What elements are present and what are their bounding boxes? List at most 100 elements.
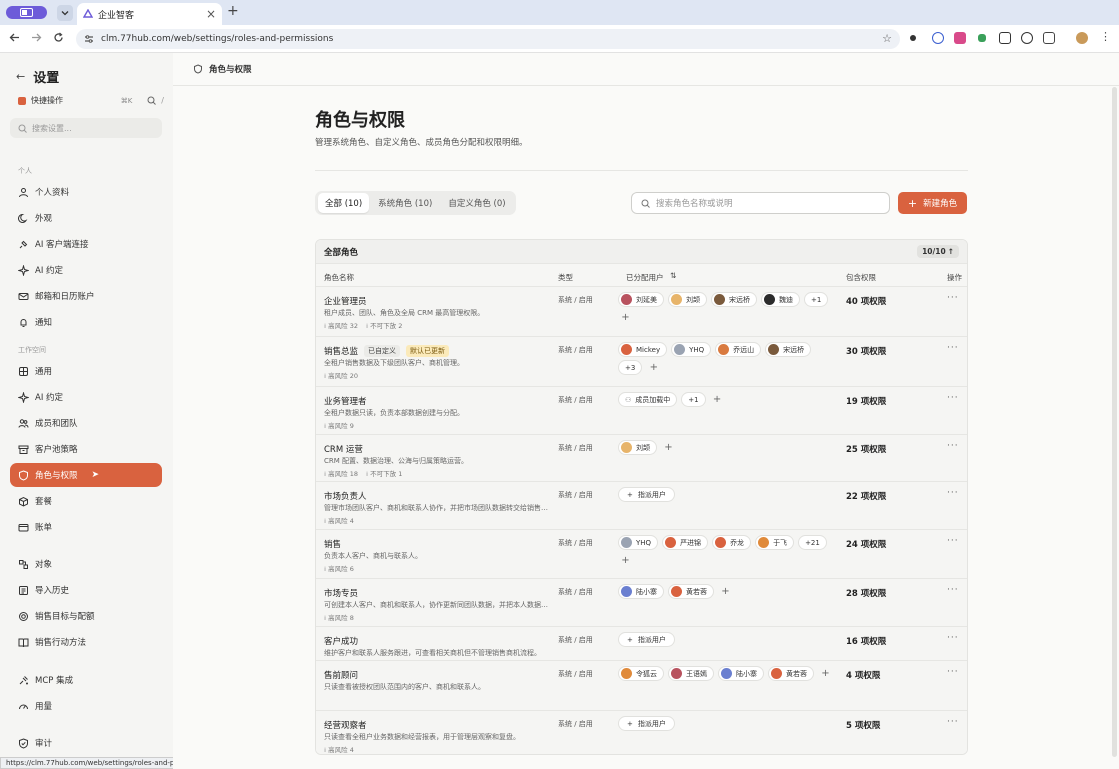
window-switcher-button[interactable] xyxy=(6,6,47,19)
tab-menu-button[interactable] xyxy=(57,5,73,21)
sidebar-item-users[interactable]: 成员和团队 xyxy=(10,411,162,435)
table-count-badge[interactable]: 10/10 ↑ xyxy=(917,245,959,258)
user-chip[interactable]: 陆小寨 xyxy=(718,666,764,681)
user-chip[interactable]: 刘延美 xyxy=(618,292,664,307)
new-tab-button[interactable]: + xyxy=(227,3,239,19)
user-chip[interactable]: 宋远桥 xyxy=(711,292,757,307)
sidebar-item-mail[interactable]: 邮箱和日历账户 xyxy=(10,284,162,308)
more-actions-button[interactable]: ··· xyxy=(947,667,959,677)
user-chip[interactable]: 令狐云 xyxy=(618,666,664,681)
user-chip[interactable]: Mickey xyxy=(618,342,668,357)
sidebar-item-history[interactable]: 导入历史 xyxy=(10,578,162,602)
table-row[interactable]: 客户成功 维护客户和联系人服务跟进，可查看相关商机但不管理销售商机流程。 系统 / … xyxy=(316,627,967,661)
tab-all[interactable]: 全部 (10) xyxy=(318,193,370,213)
user-chip[interactable]: 于飞 xyxy=(755,535,795,550)
forward-icon[interactable] xyxy=(31,32,42,43)
search-icon[interactable] xyxy=(147,96,157,105)
sidebar-item-archive[interactable]: 客户池策略 xyxy=(10,437,162,461)
more-users-chip[interactable]: +1 xyxy=(804,292,829,307)
user-chip[interactable]: 陆小寨 xyxy=(618,584,664,599)
browser-menu-icon[interactable]: ⋮ xyxy=(1100,30,1112,43)
scrollbar[interactable] xyxy=(1112,87,1117,757)
profile-avatar[interactable] xyxy=(1076,32,1088,44)
user-chip[interactable]: YHQ xyxy=(618,535,659,550)
sidebar-item-bell[interactable]: 通知 xyxy=(10,310,162,334)
sidebar-item-book[interactable]: 销售行动方法 xyxy=(10,630,162,654)
sidebar-item-object[interactable]: 对象 xyxy=(10,552,162,576)
new-role-button[interactable]: + 新建角色 xyxy=(898,192,967,214)
add-user-icon[interactable]: + xyxy=(710,392,725,407)
more-users-chip[interactable]: +1 xyxy=(681,392,706,407)
add-user-icon[interactable]: + xyxy=(818,666,833,681)
bookmark-star-icon[interactable]: ☆ xyxy=(882,32,892,45)
sidebar-item-target[interactable]: 销售目标与配额 xyxy=(10,604,162,628)
more-actions-button[interactable]: ··· xyxy=(947,343,959,353)
add-user-icon[interactable]: + xyxy=(618,553,633,568)
extension-pink-icon[interactable] xyxy=(954,32,966,44)
extension-green-icon[interactable] xyxy=(978,34,986,42)
more-users-chip[interactable]: +3 xyxy=(618,360,643,375)
quick-action[interactable]: 快捷操作 ⌘K / xyxy=(18,95,164,106)
sidebar-item-user[interactable]: 个人资料 xyxy=(10,180,162,204)
add-user-icon[interactable]: + xyxy=(661,440,676,455)
more-actions-button[interactable]: ··· xyxy=(947,393,959,403)
assign-users-button[interactable]: + 指派用户 xyxy=(618,632,675,647)
table-row[interactable]: 经营观察者 只读查看全租户业务数据和经营报表，用于管理层观察和复盘。 ⁞ 高风险 4… xyxy=(316,711,967,754)
extensions-puzzle-icon[interactable] xyxy=(1043,32,1055,44)
reload-icon[interactable] xyxy=(53,32,64,43)
sidebar-item-grid[interactable]: 通用 xyxy=(10,359,162,383)
assign-users-button[interactable]: + 指派用户 xyxy=(618,716,675,731)
user-chip[interactable]: 乔远山 xyxy=(715,342,762,357)
table-row[interactable]: 市场负责人 管理市场团队客户、商机和联系人协作，并把市场团队数据转交给销售团队。 ⁞… xyxy=(316,482,967,530)
table-row[interactable]: 市场专员 可创建本人客户、商机和联系人，协作更新同团队数据，并把本人数据转交。 ⁞ … xyxy=(316,579,967,627)
user-chip[interactable]: YHQ xyxy=(671,342,712,357)
more-actions-button[interactable]: ··· xyxy=(947,488,959,498)
table-row[interactable]: 企业管理员 租户成员、团队、角色及全局 CRM 最高管理权限。 ⁞ 高风险 32 ⁞ … xyxy=(316,287,967,337)
user-chip[interactable]: 魏迪 xyxy=(761,292,800,307)
tab-custom-roles[interactable]: 自定义角色 (0) xyxy=(441,193,512,213)
add-user-icon[interactable]: + xyxy=(718,584,733,599)
settings-search-input[interactable]: 搜索设置... xyxy=(10,118,162,138)
user-chip[interactable]: 严进锦 xyxy=(662,535,709,550)
extension-camera-icon[interactable] xyxy=(999,32,1011,44)
more-actions-button[interactable]: ··· xyxy=(947,585,959,595)
more-actions-button[interactable]: ··· xyxy=(947,441,959,451)
address-bar[interactable]: clm.77hub.com/web/settings/roles-and-per… xyxy=(76,29,900,49)
table-row[interactable]: 售前顾问 只读查看被授权团队范围内的客户、商机和联系人。 系统 / 启用 令狐云 王语嫣… xyxy=(316,661,967,711)
more-actions-button[interactable]: ··· xyxy=(947,717,959,727)
sidebar-item-mcp[interactable]: MCP 集成 xyxy=(10,668,162,692)
sidebar-item-sparkle[interactable]: AI 约定 xyxy=(10,385,162,409)
extension-sparkle-icon[interactable] xyxy=(910,35,916,41)
more-actions-button[interactable]: ··· xyxy=(947,536,959,546)
sidebar-item-moon[interactable]: 外观 xyxy=(10,206,162,230)
browser-tab[interactable]: 企业智客 × xyxy=(77,3,222,25)
sidebar-item-box[interactable]: 套餐 xyxy=(10,489,162,513)
extension-face-icon[interactable] xyxy=(932,32,944,44)
back-arrow-icon[interactable]: ← xyxy=(16,70,25,83)
user-chip[interactable]: 乔龙 xyxy=(712,535,752,550)
user-chip[interactable]: 黄若蓉 xyxy=(668,584,714,599)
sidebar-item-gauge[interactable]: 用量 xyxy=(10,694,162,718)
extension-moon-icon[interactable] xyxy=(1021,32,1033,44)
table-row[interactable]: 销售总监 已自定义 默认已更新 全租户销售数据及下级团队客户、商机管理。 ⁞ 高风险 2… xyxy=(316,337,967,387)
more-actions-button[interactable]: ··· xyxy=(947,293,959,303)
more-users-chip[interactable]: +21 xyxy=(798,535,827,550)
add-user-icon[interactable]: + xyxy=(618,310,633,325)
sidebar-item-plug[interactable]: AI 客户端连接 xyxy=(10,232,162,256)
table-row[interactable]: 销售 负责本人客户、商机与联系人。 ⁞ 高风险 6 系统 / 启用 YHQ 严进锦 乔龙 于飞… xyxy=(316,530,967,579)
sidebar-item-card[interactable]: 账单 xyxy=(10,515,162,539)
user-chip[interactable]: 宋远桥 xyxy=(765,342,812,357)
sidebar-item-shield-check[interactable]: 审计 xyxy=(10,731,162,755)
tab-close-icon[interactable]: × xyxy=(206,7,216,21)
role-search-input[interactable]: 搜索角色名称或说明 xyxy=(631,192,890,214)
sidebar-item-sparkle[interactable]: AI 约定 xyxy=(10,258,162,282)
assign-users-button[interactable]: + 指派用户 xyxy=(618,487,675,502)
sort-icon[interactable]: ⇅ xyxy=(670,271,676,280)
table-row[interactable]: 业务管理者 全租户数据只读，负责本部数据创建与分配。 ⁞ 高风险 9 系统 / 启用 ⚇… xyxy=(316,387,967,435)
user-chip[interactable]: 刘颉 xyxy=(618,440,657,455)
more-actions-button[interactable]: ··· xyxy=(947,633,959,643)
user-chip[interactable]: 刘颉 xyxy=(668,292,707,307)
user-chip[interactable]: 黄若蓉 xyxy=(768,666,814,681)
tab-system-roles[interactable]: 系统角色 (10) xyxy=(371,193,439,213)
table-row[interactable]: CRM 运营 CRM 配置、数据治理、公海与归属策略运营。 ⁞ 高风险 18 ⁞ 不可… xyxy=(316,435,967,482)
